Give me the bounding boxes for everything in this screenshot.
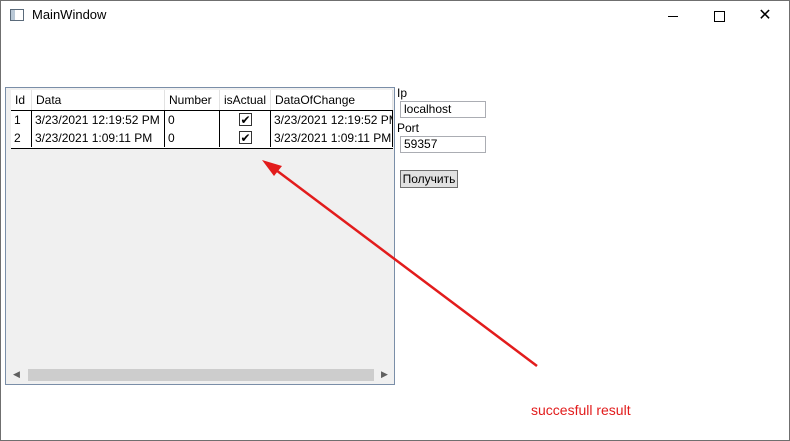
column-header-data[interactable]: Data [32,90,165,110]
is-actual-checkbox[interactable]: ✔ [239,113,252,126]
app-icon [10,9,24,21]
ip-input[interactable]: localhost [400,101,486,118]
table-row[interactable]: 2 3/23/2021 1:09:11 PM 0 ✔ 3/23/2021 1:0… [11,129,393,149]
horizontal-scrollbar[interactable]: ◀ ▶ [6,366,392,383]
cell-id[interactable]: 2 [11,129,32,147]
cell-is-actual[interactable]: ✔ [220,129,271,147]
main-window: MainWindow ✕ Id Data Number isActual Dat… [0,0,790,441]
minimize-icon [668,15,678,17]
cell-number[interactable]: 0 [165,129,220,147]
ip-label: Ip [397,86,408,100]
scroll-right-arrow-icon[interactable]: ▶ [376,366,393,383]
window-title: MainWindow [32,7,107,22]
is-actual-checkbox[interactable]: ✔ [239,131,252,144]
cell-data[interactable]: 3/23/2021 12:19:52 PM [32,111,165,129]
grid-header: Id Data Number isActual DataOfChange [11,90,393,110]
cell-data[interactable]: 3/23/2021 1:09:11 PM [32,129,165,147]
table-row[interactable]: 1 3/23/2021 12:19:52 PM 0 ✔ 3/23/2021 12… [11,110,393,131]
checkmark-icon: ✔ [240,130,251,145]
port-label: Port [397,121,420,135]
maximize-icon [713,10,725,22]
port-input[interactable]: 59357 [400,136,486,153]
title-bar[interactable]: MainWindow ✕ [1,1,789,31]
checkmark-icon: ✔ [240,112,251,127]
cell-data-of-change[interactable]: 3/23/2021 1:09:11 PM [271,129,393,147]
cell-is-actual[interactable]: ✔ [220,111,271,129]
annotation-text: succesfull result [531,402,631,418]
data-grid[interactable]: Id Data Number isActual DataOfChange 1 3… [5,87,395,385]
minimize-button[interactable] [650,1,696,31]
cell-number[interactable]: 0 [165,111,220,129]
cell-data-of-change[interactable]: 3/23/2021 12:19:52 PM [271,111,393,129]
close-button[interactable]: ✕ [742,1,788,31]
column-header-id[interactable]: Id [11,90,32,110]
cell-id[interactable]: 1 [11,111,32,129]
column-header-number[interactable]: Number [165,90,220,110]
column-header-is-actual[interactable]: isActual [220,90,271,110]
maximize-button[interactable] [696,1,742,31]
column-header-data-of-change[interactable]: DataOfChange [271,90,393,110]
scroll-thumb[interactable] [28,369,374,381]
close-icon: ✕ [758,7,772,24]
get-button[interactable]: Получить [400,170,458,188]
scroll-left-arrow-icon[interactable]: ◀ [8,366,25,383]
